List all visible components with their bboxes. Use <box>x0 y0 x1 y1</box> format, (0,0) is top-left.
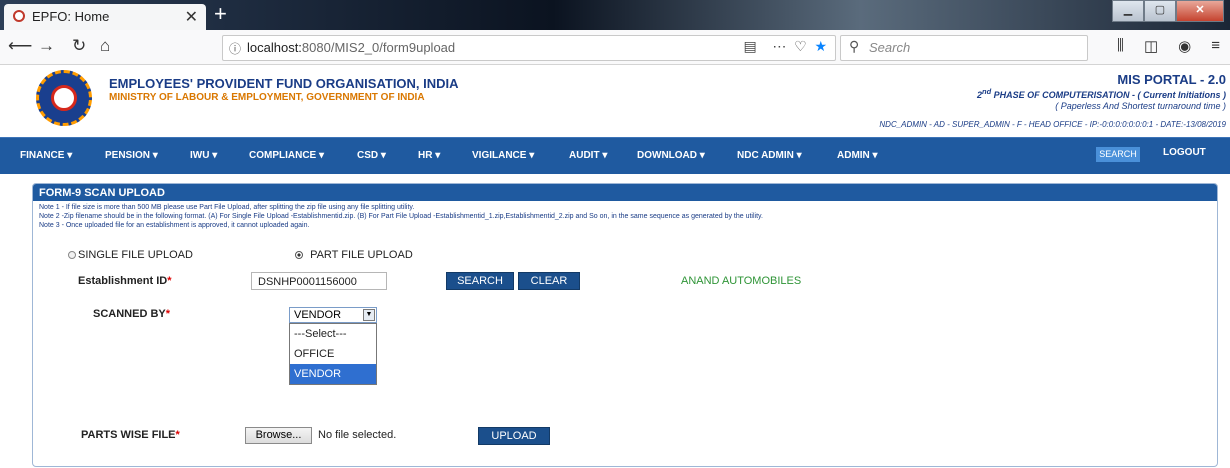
establishment-id-label: Establishment ID* <box>78 275 172 287</box>
establishment-id-input[interactable]: DSNHP0001156000 <box>251 272 387 290</box>
epfo-favicon-icon <box>13 10 25 22</box>
menu-search-button[interactable]: SEARCH <box>1096 147 1140 162</box>
main-menu: FINANCE ▾ PENSION ▾ IWU ▾ COMPLIANCE ▾ C… <box>0 137 1230 174</box>
menu-download[interactable]: DOWNLOAD ▾ <box>637 150 705 161</box>
epfo-logo <box>36 70 92 126</box>
url-bar[interactable]: ⓘ localhost:8080/MIS2_0/form9upload ▤ ⋯ … <box>222 35 836 61</box>
site-info-icon[interactable]: ⓘ <box>229 40 241 57</box>
reader-view-icon[interactable]: ▤ <box>744 38 757 54</box>
menu-compliance[interactable]: COMPLIANCE ▾ <box>249 150 324 161</box>
panel-title: FORM-9 SCAN UPLOAD <box>39 187 165 199</box>
url-path: 8080/MIS2_0/form9upload <box>301 40 456 55</box>
sidebar-icon[interactable]: ◫ <box>1144 37 1158 55</box>
url-text: localhost:8080/MIS2_0/form9upload <box>247 40 455 55</box>
back-icon[interactable]: ⟵ <box>8 36 32 56</box>
scanned-by-value: VENDOR <box>294 309 342 321</box>
option-vendor[interactable]: VENDOR <box>290 364 376 384</box>
clear-button[interactable]: CLEAR <box>518 272 580 290</box>
no-file-text: No file selected. <box>318 429 397 441</box>
extension-icon[interactable]: ◉ <box>1178 37 1191 55</box>
browser-tab-bar: EPFO: Home ✕ + ▁ ▢ ✕ <box>0 0 1230 30</box>
menu-ndc-admin[interactable]: NDC ADMIN ▾ <box>737 150 802 161</box>
browser-nav-bar: ⟵ → ↻ ⌂ ⓘ localhost:8080/MIS2_0/form9upl… <box>0 30 1230 65</box>
browse-button[interactable]: Browse... <box>245 427 312 444</box>
window-close-icon[interactable]: ✕ <box>1176 0 1224 22</box>
scanned-by-dropdown: ---Select--- OFFICE VENDOR <box>289 323 377 385</box>
chevron-down-icon[interactable]: ▼ <box>363 309 375 321</box>
site-header: EMPLOYEES' PROVIDENT FUND ORGANISATION, … <box>0 65 1230 137</box>
user-info: NDC_ADMIN - AD - SUPER_ADMIN - F - HEAD … <box>879 120 1226 129</box>
org-name: EMPLOYEES' PROVIDENT FUND ORGANISATION, … <box>109 76 459 91</box>
option-select[interactable]: ---Select--- <box>290 324 376 344</box>
scanned-by-label: SCANNED BY* <box>93 308 170 320</box>
browser-tab[interactable]: EPFO: Home ✕ <box>4 4 206 30</box>
menu-pension[interactable]: PENSION ▾ <box>105 150 158 161</box>
required-mark: * <box>175 429 180 441</box>
required-mark: * <box>167 275 172 287</box>
maximize-icon[interactable]: ▢ <box>1144 0 1176 22</box>
upload-button[interactable]: UPLOAD <box>478 427 550 445</box>
reload-icon[interactable]: ↻ <box>72 36 86 56</box>
parts-wise-file-label: PARTS WISE FILE* <box>81 429 180 441</box>
parts-wise-file-text: PARTS WISE FILE <box>81 429 176 441</box>
portal-title: MIS PORTAL - 2.0 <box>1117 72 1226 87</box>
menu-csd[interactable]: CSD ▾ <box>357 150 386 161</box>
radio-single-label: SINGLE FILE UPLOAD <box>78 249 193 261</box>
form9-panel: FORM-9 SCAN UPLOAD Note 1 - If file size… <box>32 183 1218 467</box>
new-tab-icon[interactable]: + <box>214 1 227 27</box>
radio-part-icon[interactable] <box>295 251 303 259</box>
library-icon[interactable]: ⫼ <box>1117 37 1124 55</box>
menu-admin[interactable]: ADMIN ▾ <box>837 150 878 161</box>
tab-title: EPFO: Home <box>32 9 110 24</box>
menu-hr[interactable]: HR ▾ <box>418 150 440 161</box>
menu-iwu[interactable]: IWU ▾ <box>190 150 217 161</box>
url-host: localhost: <box>247 40 302 55</box>
note-1: Note 1 - If file size is more than 500 M… <box>39 204 415 211</box>
radio-part-file[interactable]: PART FILE UPLOAD <box>295 249 413 261</box>
note-3: Note 3 - Once uploaded file for an estab… <box>39 222 310 229</box>
option-office[interactable]: OFFICE <box>290 344 376 364</box>
logout-link[interactable]: LOGOUT <box>1163 147 1206 158</box>
scanned-by-select[interactable]: VENDOR ▼ <box>289 307 377 323</box>
required-mark: * <box>165 308 171 320</box>
radio-single-file[interactable]: SINGLE FILE UPLOAD <box>68 249 193 261</box>
note-2: Note 2 -Zip filename should be in the fo… <box>39 213 763 220</box>
url-actions: ▤ ⋯ ♡ ★ <box>744 38 827 55</box>
ministry-name: MINISTRY OF LABOUR & EMPLOYMENT, GOVERNM… <box>109 92 425 103</box>
search-button[interactable]: SEARCH <box>446 272 514 290</box>
menu-audit[interactable]: AUDIT ▾ <box>569 150 607 161</box>
search-placeholder: Search <box>869 40 911 55</box>
bookmark-star-icon[interactable]: ★ <box>814 38 827 54</box>
pocket-icon[interactable]: ♡ <box>794 38 807 54</box>
menu-icon[interactable]: ≡ <box>1211 37 1220 55</box>
scanned-by-text: SCANNED BY <box>93 308 166 320</box>
search-icon: ⚲ <box>849 38 860 54</box>
toolbar-icons: ⫼ ◫ ◉ ≡ <box>1117 37 1220 55</box>
page-actions-icon[interactable]: ⋯ <box>772 38 786 54</box>
radio-part-label: PART FILE UPLOAD <box>310 249 413 261</box>
close-tab-icon[interactable]: ✕ <box>185 7 198 27</box>
browser-search-bar[interactable]: ⚲ Search <box>840 35 1088 61</box>
radio-single-icon[interactable] <box>68 251 76 259</box>
window-controls: ▁ ▢ ✕ <box>1112 0 1224 22</box>
menu-vigilance[interactable]: VIGILANCE ▾ <box>472 150 534 161</box>
phase-text: 2nd PHASE OF COMPUTERISATION - ( Current… <box>977 87 1226 100</box>
phase-suffix: nd <box>981 87 992 96</box>
logo-emblem <box>51 85 77 111</box>
home-icon[interactable]: ⌂ <box>100 36 110 56</box>
paperless-text: ( Paperless And Shortest turnaround time… <box>1055 101 1226 111</box>
forward-icon[interactable]: → <box>38 36 55 56</box>
panel-header: FORM-9 SCAN UPLOAD <box>33 184 1217 201</box>
minimize-icon[interactable]: ▁ <box>1112 0 1144 22</box>
company-name: ANAND AUTOMOBILES <box>681 275 802 287</box>
establishment-id-text: Establishment ID <box>78 275 168 287</box>
phase-label: PHASE OF COMPUTERISATION - ( Current Ini… <box>991 90 1226 100</box>
menu-finance[interactable]: FINANCE ▾ <box>20 150 72 161</box>
